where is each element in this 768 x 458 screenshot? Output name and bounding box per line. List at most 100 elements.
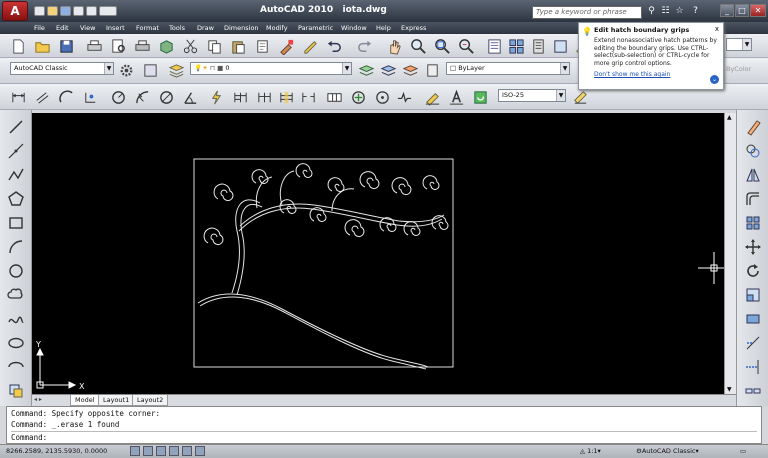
- qnew-icon[interactable]: [8, 36, 28, 56]
- spline-icon[interactable]: [5, 308, 27, 330]
- dim-style-icon[interactable]: [570, 87, 590, 107]
- zoom-previous-icon[interactable]: [456, 36, 476, 56]
- tolerance-icon[interactable]: [324, 87, 344, 107]
- tooltip-expand-icon[interactable]: ⌄: [710, 75, 719, 84]
- menu-tools[interactable]: Tools: [169, 23, 185, 33]
- menu-edit[interactable]: Edit: [56, 23, 69, 33]
- layer-select[interactable]: 💡☀ ⊓ ■ 0 ▼: [190, 62, 352, 75]
- menu-window[interactable]: Window: [341, 23, 367, 33]
- paste-icon[interactable]: [228, 36, 248, 56]
- binoculars-icon[interactable]: ⚲: [646, 6, 657, 17]
- erase-icon[interactable]: [742, 116, 764, 138]
- tab-layout1[interactable]: Layout1: [98, 395, 135, 406]
- break-icon[interactable]: [742, 380, 764, 402]
- aligned-dim-icon[interactable]: [32, 87, 52, 107]
- save-icon[interactable]: [60, 6, 71, 16]
- ellipse-arc-icon[interactable]: [5, 356, 27, 378]
- menu-draw[interactable]: Draw: [197, 23, 214, 33]
- arc-icon[interactable]: [5, 236, 27, 258]
- undo-icon[interactable]: [73, 6, 84, 16]
- inspection-icon[interactable]: [372, 87, 392, 107]
- rectangle-icon[interactable]: [5, 212, 27, 234]
- drawing-canvas[interactable]: Y X: [32, 113, 730, 394]
- ellipse-icon[interactable]: [5, 332, 27, 354]
- favorites-icon[interactable]: ☆: [674, 6, 685, 17]
- sheet-set-icon[interactable]: [550, 36, 570, 56]
- scale-icon[interactable]: [742, 284, 764, 306]
- scroll-up-icon[interactable]: ▲: [727, 114, 732, 121]
- menu-parametric[interactable]: Parametric: [298, 23, 333, 33]
- zoom-window-icon[interactable]: [432, 36, 452, 56]
- polyline-icon[interactable]: [5, 164, 27, 186]
- layer-states-icon[interactable]: [400, 60, 420, 80]
- mirror-icon[interactable]: [742, 164, 764, 186]
- maximize-button[interactable]: □: [735, 4, 749, 17]
- coordinate-readout[interactable]: 8266.2589, 2135.5930, 0.0000: [6, 447, 107, 455]
- menu-dimension[interactable]: Dimension: [224, 23, 259, 33]
- clean-screen-icon[interactable]: ▭: [740, 447, 746, 455]
- menu-file[interactable]: File: [34, 23, 45, 33]
- workspace-switch[interactable]: ⚙AutoCAD Classic▾: [636, 447, 699, 455]
- menu-insert[interactable]: Insert: [106, 23, 125, 33]
- cut-icon[interactable]: [180, 36, 200, 56]
- tab-model[interactable]: Model: [70, 395, 100, 406]
- minimize-button[interactable]: _: [720, 4, 734, 17]
- open-icon[interactable]: [47, 6, 58, 16]
- baseline-dim-icon[interactable]: [230, 87, 250, 107]
- plot-preview-icon[interactable]: [108, 36, 128, 56]
- communication-center-icon[interactable]: ☷: [660, 6, 671, 17]
- stretch-icon[interactable]: [742, 308, 764, 330]
- publish-icon[interactable]: [132, 36, 152, 56]
- save-icon[interactable]: [56, 36, 76, 56]
- tab-layout2[interactable]: Layout2: [132, 395, 169, 406]
- extend-icon[interactable]: [742, 356, 764, 378]
- menu-help[interactable]: Help: [376, 23, 391, 33]
- construction-line-icon[interactable]: [5, 140, 27, 162]
- dim-update-icon[interactable]: [470, 87, 490, 107]
- color-control-select[interactable]: □ ByLayer ▼: [446, 62, 570, 75]
- object-snap-tracking-icon[interactable]: [195, 446, 205, 456]
- annotation-scale[interactable]: ◬ 1:1▾: [580, 447, 601, 455]
- menu-format[interactable]: Format: [136, 23, 159, 33]
- revision-cloud-icon[interactable]: [5, 284, 27, 306]
- application-menu-button[interactable]: A: [2, 1, 28, 21]
- plotstyle-control[interactable]: ByColor: [726, 65, 751, 73]
- tooltip-close-icon[interactable]: x: [715, 25, 719, 33]
- linear-dim-icon[interactable]: [8, 87, 28, 107]
- ordinate-icon[interactable]: [80, 87, 100, 107]
- trim-icon[interactable]: [742, 332, 764, 354]
- dim-style-select[interactable]: ISO-25 ▼: [498, 89, 566, 102]
- my-workspace-icon[interactable]: [140, 60, 160, 80]
- menu-view[interactable]: View: [80, 23, 95, 33]
- snap-mode-icon[interactable]: [130, 446, 140, 456]
- tool-palettes-icon[interactable]: [528, 36, 548, 56]
- dont-show-link[interactable]: Don't show me this again: [594, 71, 718, 78]
- close-button[interactable]: ✕: [750, 4, 766, 17]
- make-object-layer-current-icon[interactable]: [356, 60, 376, 80]
- design-center-icon[interactable]: [506, 36, 526, 56]
- polar-tracking-icon[interactable]: [169, 446, 179, 456]
- copy-clip-icon[interactable]: [252, 36, 272, 56]
- 3d-dwf-icon[interactable]: [156, 36, 176, 56]
- dim-text-edit-icon[interactable]: [446, 87, 466, 107]
- toolbar-right-combo[interactable]: ▼: [726, 38, 752, 51]
- layer-walk-icon[interactable]: [422, 60, 442, 80]
- ortho-mode-icon[interactable]: [156, 446, 166, 456]
- new-icon[interactable]: [34, 6, 45, 16]
- pan-icon[interactable]: [384, 36, 404, 56]
- dim-edit-icon[interactable]: [422, 87, 442, 107]
- circle-icon[interactable]: [5, 260, 27, 282]
- tab-nav-icon[interactable]: ◂ ▸: [34, 396, 42, 403]
- polygon-icon[interactable]: [5, 188, 27, 210]
- properties-icon[interactable]: [484, 36, 504, 56]
- diameter-dim-icon[interactable]: [156, 87, 176, 107]
- workspace-settings-icon[interactable]: [116, 60, 136, 80]
- angular-dim-icon[interactable]: [180, 87, 200, 107]
- plot-icon[interactable]: [84, 36, 104, 56]
- arc-length-icon[interactable]: [56, 87, 76, 107]
- grid-display-icon[interactable]: [143, 446, 153, 456]
- command-prompt[interactable]: Command:: [11, 431, 757, 443]
- layer-properties-icon[interactable]: [166, 60, 186, 80]
- match-properties-icon[interactable]: [276, 36, 296, 56]
- redo-icon[interactable]: [86, 6, 97, 16]
